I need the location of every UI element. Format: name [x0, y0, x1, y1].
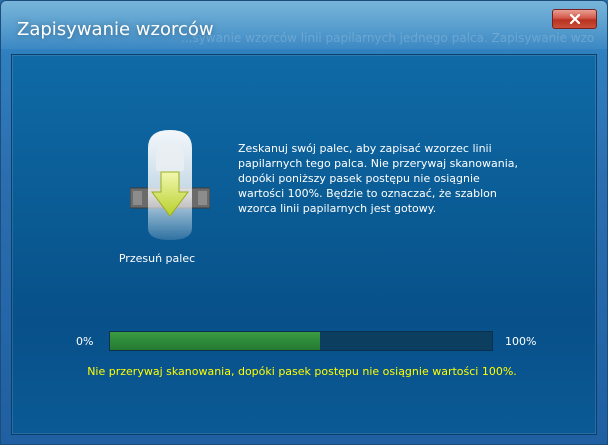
warning-text: Nie przerywaj skanowania, dopóki pasek p…	[87, 365, 517, 378]
content-panel: Przesuń palec Zeskanuj swój palec, aby z…	[11, 54, 597, 435]
title-bar-ghost-text: ...sywanie wzorców linii papilarnych jed…	[181, 31, 595, 45]
finger-swipe-icon	[129, 130, 211, 240]
close-icon	[569, 13, 581, 25]
swipe-finger-caption: Przesuń palec	[118, 252, 196, 265]
progress-fill	[110, 332, 321, 350]
close-button[interactable]	[552, 9, 597, 29]
progress-min-label: 0%	[76, 335, 94, 348]
progress-max-label: 100%	[505, 335, 537, 348]
window-title: Zapisywanie wzorców	[17, 19, 214, 40]
instruction-text: Zeskanuj swój palec, aby zapisać wzorzec…	[238, 142, 519, 215]
dialog-window: ...sywanie wzorców linii papilarnych jed…	[0, 0, 608, 445]
scan-progress-bar	[109, 331, 493, 351]
